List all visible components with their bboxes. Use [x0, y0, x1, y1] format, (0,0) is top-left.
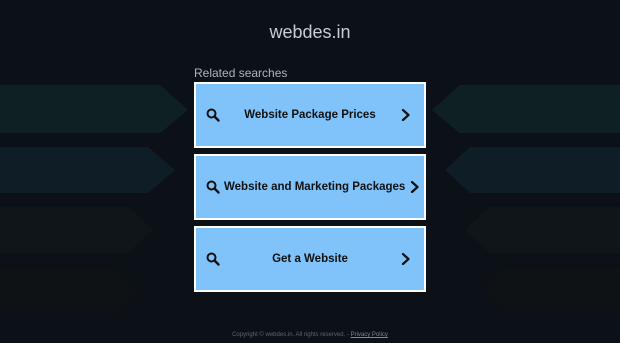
related-search-link[interactable]: Website and Marketing Packages: [194, 154, 426, 220]
related-search-label: Website Package Prices: [244, 109, 376, 121]
related-search-label: Website and Marketing Packages: [224, 181, 406, 193]
related-searches-heading: Related searches: [194, 66, 288, 80]
bg-arrow-right: [432, 85, 620, 133]
chevron-right-icon: [396, 253, 416, 265]
bg-arrow-left: [0, 85, 188, 133]
chevron-right-icon: [405, 181, 425, 193]
privacy-policy-link[interactable]: Privacy Policy: [351, 332, 388, 338]
related-searches-list: Website Package Prices Website and Marke…: [194, 82, 426, 298]
chevron-right-icon: [396, 109, 416, 121]
related-search-label: Get a Website: [272, 253, 348, 265]
bg-arrow-right: [445, 147, 620, 193]
site-domain-title: webdes.in: [269, 22, 351, 42]
related-search-link[interactable]: Website Package Prices: [194, 82, 426, 148]
search-icon: [202, 108, 224, 122]
bg-arrow-right: [465, 207, 620, 253]
bg-arrow-left: [0, 268, 137, 312]
bg-arrow-left: [0, 147, 175, 193]
footer-copyright: Copyright © webdes.in. All rights reserv…: [232, 332, 346, 338]
search-icon: [202, 180, 224, 194]
footer: Copyright © webdes.in. All rights reserv…: [0, 332, 620, 338]
bg-arrow-right: [483, 268, 620, 312]
bg-arrow-left: [0, 207, 153, 253]
search-icon: [202, 252, 224, 266]
related-search-link[interactable]: Get a Website: [194, 226, 426, 292]
